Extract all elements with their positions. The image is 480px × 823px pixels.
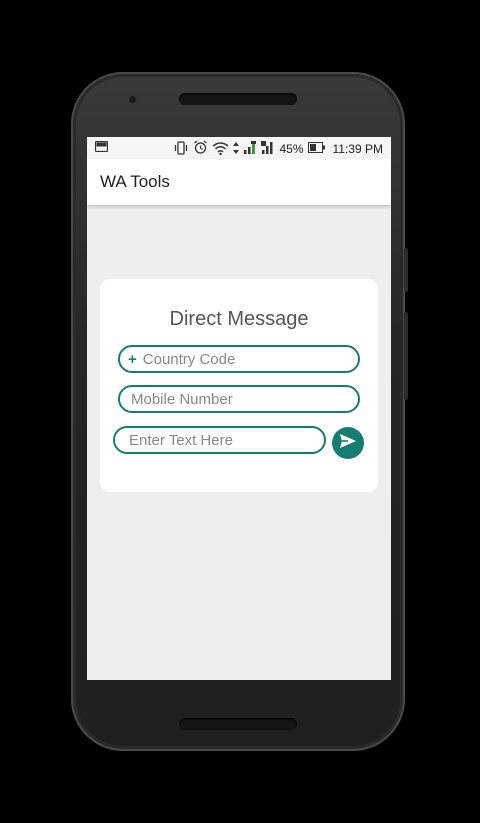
card-title: Direct Message xyxy=(169,308,309,330)
vibrate-icon xyxy=(173,140,189,158)
screen: 45% 11:39 PM WA Tools Direct Message + xyxy=(87,137,391,680)
battery-icon xyxy=(307,142,325,156)
signal-icon xyxy=(261,140,275,158)
wifi-icon xyxy=(212,141,229,158)
plus-prefix: + xyxy=(128,350,137,368)
battery-percent: 45% xyxy=(279,142,304,156)
volume-button xyxy=(404,312,408,400)
data-arrows-icon xyxy=(233,141,240,158)
app-bar: WA Tools xyxy=(87,159,391,205)
country-code-input[interactable] xyxy=(142,350,358,368)
earpiece-speaker xyxy=(179,93,297,105)
image-icon xyxy=(94,140,109,155)
signal-icon xyxy=(243,140,257,158)
bottom-speaker xyxy=(179,718,297,730)
front-camera xyxy=(129,96,136,103)
send-icon xyxy=(339,433,357,454)
country-code-field[interactable]: + xyxy=(118,345,360,373)
mobile-number-field[interactable] xyxy=(118,385,360,413)
direct-message-card: Direct Message + xyxy=(100,279,378,492)
alarm-icon xyxy=(193,140,208,158)
mobile-number-input[interactable] xyxy=(131,390,358,408)
app-title: WA Tools xyxy=(100,172,170,191)
power-button xyxy=(404,248,408,292)
message-text-input[interactable] xyxy=(129,431,324,449)
clock: 11:39 PM xyxy=(332,142,383,156)
send-button[interactable] xyxy=(332,427,364,459)
status-bar: 45% 11:39 PM xyxy=(87,137,391,159)
message-text-field[interactable] xyxy=(113,426,326,454)
